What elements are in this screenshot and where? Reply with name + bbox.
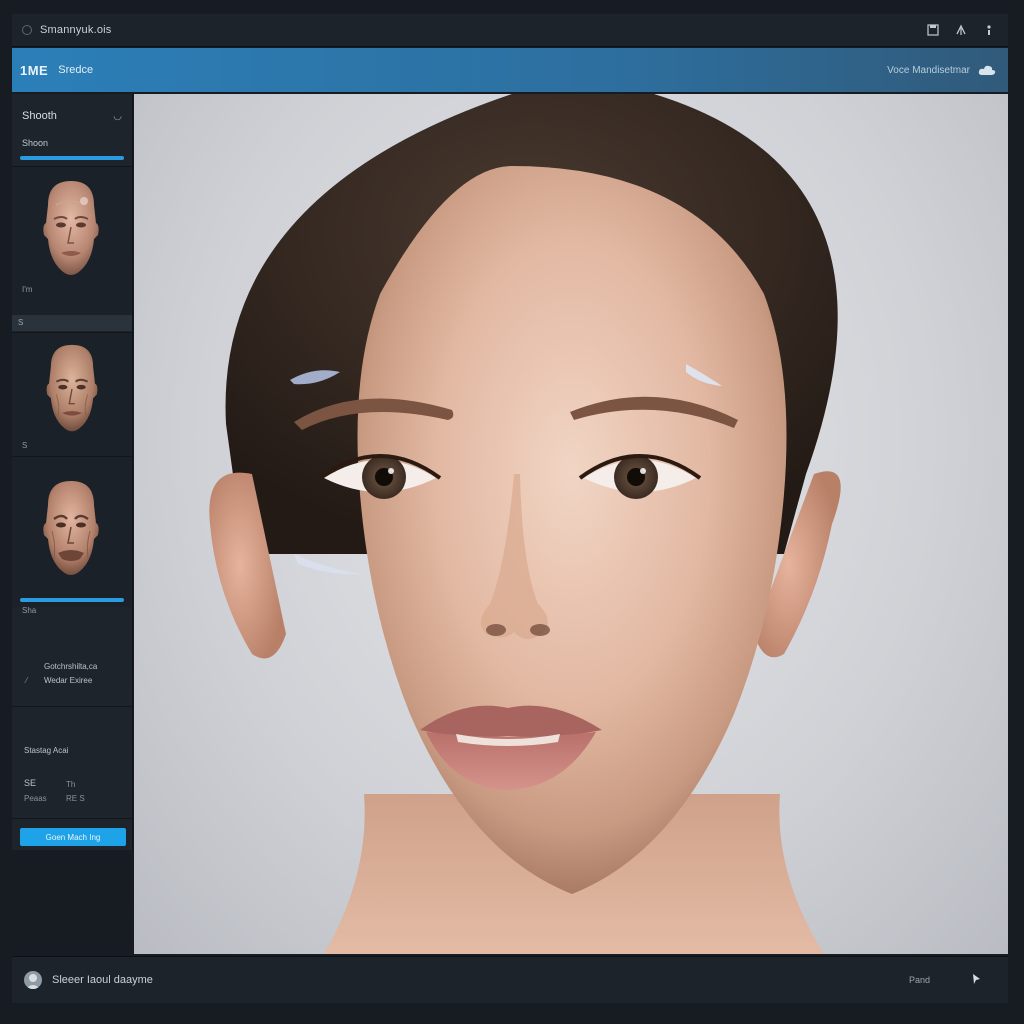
section-title[interactable]: Sredce: [58, 64, 93, 76]
cloud-icon[interactable]: [978, 63, 996, 77]
sidebar-progress-bar: [20, 156, 124, 160]
face-mesh-thumbnail-3[interactable]: [34, 475, 108, 583]
app-icon: [22, 25, 32, 35]
main-toolbar: 1ME Sredce Voce Mandisetmar: [12, 48, 1008, 92]
status-message: Sleeer Iaoul daayme: [52, 974, 153, 986]
thumbnail-caption-3: Sha: [22, 606, 37, 615]
app-logo: 1ME: [20, 62, 49, 78]
render-viewport[interactable]: [134, 94, 1008, 954]
info-title: Gotchrshilta,ca: [44, 662, 98, 671]
info-group-divider: [12, 706, 132, 707]
thumbnail-divider: S: [12, 315, 132, 331]
export-icon[interactable]: [954, 23, 968, 37]
face-render: [209, 94, 841, 954]
face-thumbnail-panel-2: S: [12, 332, 132, 457]
thumbnail-caption-1: I'm: [22, 285, 33, 294]
stat-label-1: SE: [24, 778, 37, 788]
info-bullet-icon: ⁄: [26, 676, 28, 685]
sidebar-panel: Shooth ◡ Shoon I'm S S Sha Gotchrshilta,…: [12, 94, 133, 850]
toolbar-status-text: Voce Mandisetmar: [887, 64, 970, 76]
generate-match-button[interactable]: Goen Mach Ing: [20, 828, 126, 846]
title-bar: Smannyuk.ois: [12, 14, 1008, 47]
sidebar-header: Shooth ◡: [12, 94, 132, 138]
face-thumbnail-panel-1: I'm: [12, 166, 132, 317]
face-mesh-thumbnail-2[interactable]: [38, 337, 106, 441]
sidebar-subheader: Shoon: [22, 138, 49, 148]
settings-icon[interactable]: [982, 23, 996, 37]
thumbnail-caption-2: S: [22, 441, 28, 450]
status-right-label: Pand: [908, 975, 930, 985]
stats-group-divider: [12, 818, 132, 819]
thumbnail-progress-bar: [20, 598, 124, 602]
sidebar-title: Shooth: [22, 110, 57, 122]
window-title: Smannyuk.ois: [40, 24, 112, 36]
stat-label-2: Peaas: [24, 794, 47, 803]
cursor-arrow-icon[interactable]: [970, 973, 982, 988]
face-mesh-thumbnail-1[interactable]: [34, 175, 108, 283]
app-window: Smannyuk.ois 1ME Sredce Voce Mandisetmar…: [0, 0, 1024, 1024]
stat-value-2: RE S: [66, 794, 85, 803]
user-avatar-icon[interactable]: [24, 971, 42, 989]
info-subtitle: Wedar Exiree: [44, 676, 93, 685]
save-icon[interactable]: [926, 23, 940, 37]
stat-value-1: Th: [66, 780, 76, 789]
face-thumbnail-panel-3: [12, 456, 132, 607]
collapse-icon[interactable]: ◡: [113, 111, 122, 122]
stats-title: Stastag Acai: [24, 746, 69, 755]
window-controls: [926, 23, 996, 37]
status-bar: Sleeer Iaoul daayme Pand: [12, 956, 1008, 1003]
